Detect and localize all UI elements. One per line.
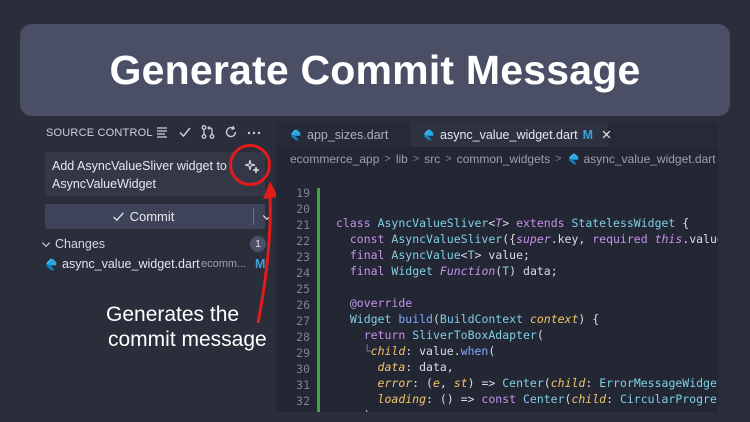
breadcrumb-item[interactable]: common_widgets (457, 152, 550, 166)
file-directory: ecomm... (201, 258, 247, 270)
check-icon[interactable] (177, 124, 193, 140)
breadcrumb-item[interactable]: lib (396, 152, 408, 166)
chevron-right-icon: > (412, 153, 420, 165)
code-line: 27 return SliverToBoxAdapter( (276, 300, 718, 342)
dart-file-icon (46, 258, 57, 271)
code-line: 32 ), (276, 380, 718, 412)
code-line: 23 final Widget Function(T) data; (276, 236, 718, 278)
annotation-line: commit message (108, 328, 267, 351)
source-control-panel: SOURCE CONTROL Add AsyncValueSliver widg… (32, 122, 272, 412)
tab-label: app_sizes.dart (307, 127, 389, 142)
banner-title: Generate Commit Message (109, 46, 641, 93)
editor-tabs: app_sizes.dart async_value_widget.dart M (276, 122, 718, 147)
title-banner: Generate Commit Message (20, 24, 730, 116)
tab-app-sizes[interactable]: app_sizes.dart (276, 122, 410, 147)
highlight-circle (229, 144, 271, 186)
code-line: 19 (276, 172, 718, 200)
commit-button[interactable]: Commit (45, 204, 272, 229)
breadcrumb: ecommerce_app > lib > src > common_widge… (276, 149, 718, 169)
breadcrumb-item[interactable]: ecommerce_app (290, 152, 379, 166)
code-line: 31 loading: () => const Center(child: Ci… (276, 364, 718, 406)
tab-label: async_value_widget.dart (440, 127, 578, 142)
annotation-text: Generates the commit message (106, 302, 267, 352)
chevron-right-icon: > (445, 153, 452, 165)
changed-file-item[interactable]: async_value_widget.dart ecomm... M (44, 256, 270, 274)
dart-file-icon (422, 129, 434, 141)
tab-status-badge: M (582, 127, 594, 142)
chevron-right-icon: > (555, 153, 562, 165)
file-name: async_value_widget.dart (62, 257, 200, 271)
chevron-right-icon: > (384, 153, 391, 165)
changes-label: Changes (55, 237, 106, 251)
code-editor: app_sizes.dart async_value_widget.dart M… (276, 122, 718, 412)
tab-async-value-widget[interactable]: async_value_widget.dart M (410, 122, 611, 147)
annotation-line: Generates the (106, 303, 240, 326)
check-icon (112, 212, 124, 222)
chevron-down-icon (41, 242, 51, 248)
line-number: 33 (276, 410, 310, 412)
changes-group[interactable]: Changes 1 (40, 236, 270, 254)
code-line: 33 ); // SliverToBoxAdapter (276, 396, 718, 412)
source-control-header: SOURCE CONTROL (46, 127, 153, 139)
code-line: 26 Widget build(BuildContext context) { (276, 284, 718, 326)
breadcrumb-item[interactable]: async_value_widget.dart (584, 152, 716, 166)
code-line: 29 data: data, (276, 332, 718, 374)
more-icon[interactable] (246, 124, 262, 140)
git-pull-request-icon[interactable] (200, 124, 216, 140)
code-line: 21 const AsyncValueSliver({super.key, re… (276, 204, 718, 246)
close-icon[interactable] (601, 129, 612, 140)
code-line: 28 └child: value.when( (276, 316, 718, 358)
commit-button-main[interactable]: Commit (45, 204, 241, 229)
chevron-down-icon (262, 214, 272, 220)
button-separator (253, 208, 254, 225)
source-control-actions (154, 124, 262, 140)
code-line: 22 final AsyncValue<T> value; (276, 220, 718, 262)
dart-file-icon (289, 129, 301, 141)
file-status-badge: M (255, 257, 266, 271)
commit-button-label: Commit (129, 209, 175, 224)
refresh-icon[interactable] (223, 124, 239, 140)
changes-count-badge: 1 (250, 236, 266, 252)
code-line: 25 @override (276, 268, 718, 310)
breadcrumb-item[interactable]: src (424, 152, 440, 166)
commit-dropdown-button[interactable] (257, 204, 277, 229)
dart-file-icon (567, 153, 579, 165)
list-icon[interactable] (154, 124, 170, 140)
code-line: 20 class AsyncValueSliver<T> extends Sta… (276, 188, 718, 230)
code-line: 24 (276, 252, 718, 280)
code-line: 30 error: (e, st) => Center(child: Error… (276, 348, 718, 390)
